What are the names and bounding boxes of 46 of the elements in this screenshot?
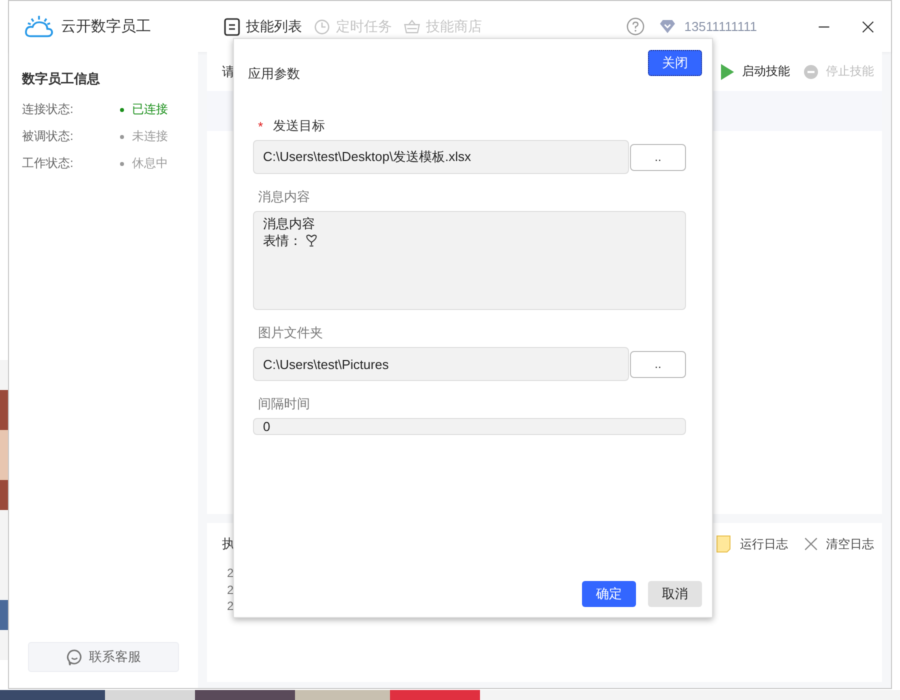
nav-tab[interactable]: 技能列表 bbox=[224, 18, 302, 36]
close-icon[interactable] bbox=[861, 20, 875, 34]
interval-field[interactable]: 0 bbox=[253, 418, 686, 435]
browse-button[interactable]: .. bbox=[630, 350, 686, 378]
contact-support-button[interactable]: 联系客服 bbox=[28, 642, 179, 672]
stop-icon bbox=[804, 64, 818, 80]
log-line: 2 bbox=[227, 598, 235, 614]
document-icon bbox=[224, 18, 240, 36]
cloud-logo-icon bbox=[24, 14, 54, 38]
emoji-icon bbox=[306, 234, 317, 247]
basket-icon bbox=[404, 18, 420, 36]
app-title: 云开数字员工 bbox=[61, 17, 151, 36]
skill-action[interactable]: 启动技能 bbox=[720, 63, 790, 80]
message-field[interactable]: 消息内容 表情： bbox=[253, 211, 686, 310]
status-label: 被调状态: bbox=[22, 128, 74, 145]
path-field[interactable]: C:\Users\test\Pictures bbox=[253, 347, 629, 381]
status-label: 连接状态: bbox=[22, 101, 74, 118]
chat-icon bbox=[66, 648, 83, 666]
path-field[interactable]: C:\Users\test\Desktop\发送模板.xlsx bbox=[253, 140, 629, 174]
status-value: 休息中 bbox=[132, 155, 168, 172]
status-value: 已连接 bbox=[132, 101, 168, 118]
status-label: 工作状态: bbox=[22, 155, 74, 172]
field-label: 间隔时间 bbox=[258, 395, 310, 413]
status-value: 未连接 bbox=[132, 128, 168, 145]
log-action[interactable]: 清空日志 bbox=[804, 536, 874, 552]
required-mark: * bbox=[258, 118, 264, 134]
sidebar-title: 数字员工信息 bbox=[22, 70, 101, 88]
prompt-text: 请 bbox=[222, 62, 235, 80]
note-icon bbox=[716, 535, 732, 553]
play-icon bbox=[720, 64, 734, 80]
close-button[interactable]: 关闭 bbox=[648, 50, 702, 76]
close-icon bbox=[804, 536, 818, 552]
field-label: 消息内容 bbox=[258, 188, 310, 206]
dialog-title: 应用参数 bbox=[248, 65, 300, 83]
browse-button[interactable]: .. bbox=[630, 144, 686, 170]
clock-icon bbox=[314, 18, 330, 36]
log-line: 2 bbox=[227, 582, 235, 598]
help-icon[interactable] bbox=[626, 17, 646, 36]
diamond-icon bbox=[659, 19, 676, 34]
account-phone: 13511111111 bbox=[684, 19, 757, 34]
field-label: 图片文件夹 bbox=[258, 324, 323, 342]
field-label: 发送目标 bbox=[273, 117, 326, 135]
log-action[interactable]: 运行日志 bbox=[716, 535, 788, 553]
log-line: 2 bbox=[227, 565, 235, 582]
confirm-button[interactable]: 确定 bbox=[582, 581, 636, 607]
cancel-button[interactable]: 取消 bbox=[648, 581, 702, 607]
